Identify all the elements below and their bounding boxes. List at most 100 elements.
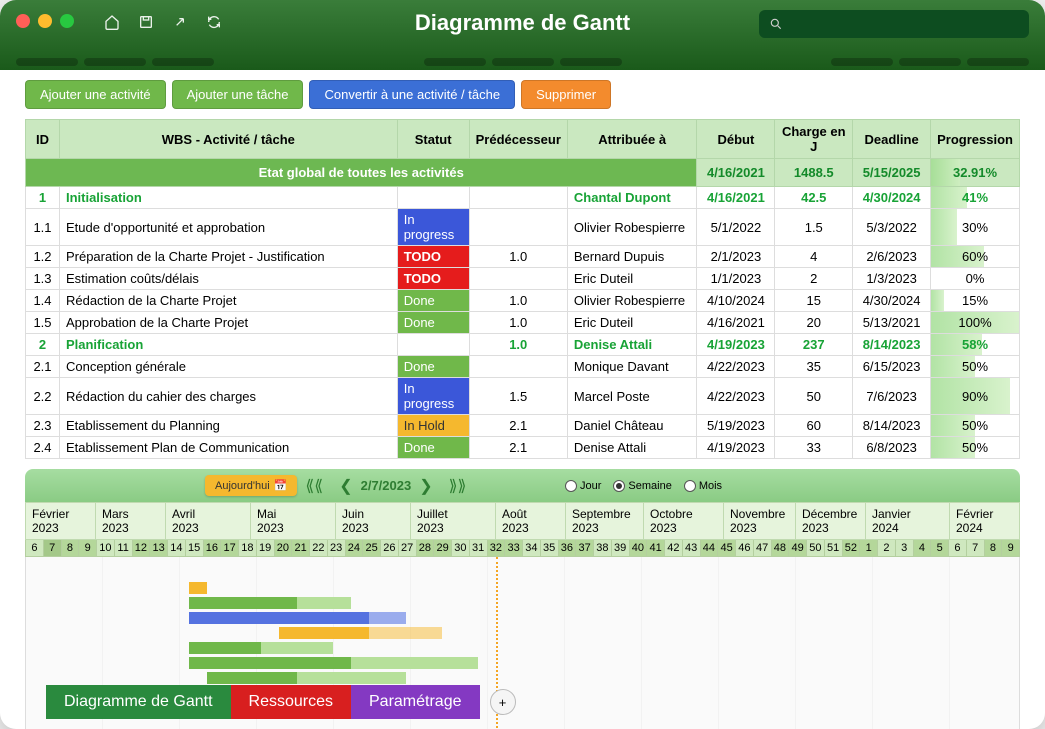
convert-button[interactable]: Convertir à une activité / tâche (309, 80, 515, 109)
save-icon[interactable] (138, 14, 154, 30)
cell-id: 1.2 (26, 246, 60, 268)
today-button[interactable]: Aujourd'hui 📅 (205, 475, 297, 496)
cell-name: Etablissement Plan de Communication (59, 437, 397, 459)
week-cell: 12 (133, 540, 151, 556)
gantt-bar[interactable] (297, 597, 351, 609)
tab-params[interactable]: Paramétrage (351, 685, 480, 719)
month-cell: Janvier2024 (866, 503, 950, 539)
summary-start: 4/16/2021 (697, 159, 775, 187)
refresh-icon[interactable] (206, 14, 222, 30)
table-row[interactable]: 1 Initialisation Chantal Dupont 4/16/202… (26, 187, 1020, 209)
week-cell: 46 (736, 540, 754, 556)
table-row[interactable]: 2.2 Rédaction du cahier des charges In p… (26, 378, 1020, 415)
summary-label: Etat global de toutes les activités (26, 159, 697, 187)
delete-button[interactable]: Supprimer (521, 80, 611, 109)
cell-name: Planification (59, 334, 397, 356)
cell-status: Done (397, 437, 469, 459)
share-icon[interactable] (172, 14, 188, 30)
week-cell: 9 (1002, 540, 1020, 556)
table-row[interactable]: 1.4 Rédaction de la Charte Projet Done 1… (26, 290, 1020, 312)
gantt-bar[interactable] (369, 612, 405, 624)
table-row[interactable]: 2.1 Conception générale Done Monique Dav… (26, 356, 1020, 378)
view-week[interactable]: Semaine (613, 480, 671, 492)
cell-deadline: 1/3/2023 (853, 268, 931, 290)
col-wbs: WBS - Activité / tâche (59, 120, 397, 159)
cell-id: 1.4 (26, 290, 60, 312)
week-cell: 33 (505, 540, 523, 556)
cell-name: Approbation de la Charte Projet (59, 312, 397, 334)
cell-id: 1.1 (26, 209, 60, 246)
deco-center (424, 58, 622, 66)
table-row[interactable]: 2.4 Etablissement Plan de Communication … (26, 437, 1020, 459)
cell-progress: 60% (931, 246, 1020, 268)
action-bar: Ajouter une activité Ajouter une tâche C… (0, 70, 1045, 119)
week-cell: 13 (150, 540, 168, 556)
current-date: 2/7/2023 (361, 478, 412, 493)
table-row[interactable]: 2 Planification 1.0 Denise Attali 4/19/2… (26, 334, 1020, 356)
cell-id: 1.3 (26, 268, 60, 290)
table-row[interactable]: 1.3 Estimation coûts/délais TODO Eric Du… (26, 268, 1020, 290)
month-cell: Avril2023 (166, 503, 251, 539)
week-cell: 18 (239, 540, 257, 556)
calendar-icon: 📅 (274, 479, 288, 492)
week-cell: 3 (896, 540, 914, 556)
tab-gantt[interactable]: Diagramme de Gantt (46, 685, 231, 719)
week-cell: 4 (914, 540, 932, 556)
gantt-bar[interactable] (279, 627, 369, 639)
summary-row: Etat global de toutes les activités 4/16… (26, 159, 1020, 187)
week-cell: 6 (26, 540, 44, 556)
gantt-bar[interactable] (297, 672, 405, 684)
nav-prev[interactable]: ❮ (339, 476, 352, 496)
gantt-bar[interactable] (189, 657, 352, 669)
week-cell: 20 (275, 540, 293, 556)
toolbar (104, 14, 222, 30)
gantt-bar[interactable] (189, 612, 370, 624)
nav-next-fast[interactable]: ⟫⟫ (449, 476, 467, 496)
cell-deadline: 8/14/2023 (853, 334, 931, 356)
gantt-bar[interactable] (189, 597, 297, 609)
view-month[interactable]: Mois (684, 480, 722, 492)
add-task-button[interactable]: Ajouter une tâche (172, 80, 304, 109)
nav-next[interactable]: ❯ (419, 476, 432, 496)
timeline-controls: Aujourd'hui 📅 ⟪⟪ ❮ 2/7/2023 ❯ ⟫⟫ Jour Se… (25, 469, 1020, 502)
close-icon[interactable] (16, 14, 30, 28)
gantt-bar[interactable] (261, 642, 333, 654)
cell-id: 2.2 (26, 378, 60, 415)
cell-status: TODO (397, 268, 469, 290)
week-cell: 31 (470, 540, 488, 556)
cell-status: Done (397, 290, 469, 312)
maximize-icon[interactable] (60, 14, 74, 28)
week-cell: 26 (381, 540, 399, 556)
add-activity-button[interactable]: Ajouter une activité (25, 80, 166, 109)
add-tab-button[interactable]: + (490, 689, 516, 715)
cell-status: In Hold (397, 415, 469, 437)
table-row[interactable]: 1.2 Préparation de la Charte Projet - Ju… (26, 246, 1020, 268)
week-cell: 44 (701, 540, 719, 556)
week-cell: 19 (257, 540, 275, 556)
table-row[interactable]: 2.3 Etablissement du Planning In Hold 2.… (26, 415, 1020, 437)
week-cell: 24 (346, 540, 364, 556)
home-icon[interactable] (104, 14, 120, 30)
week-cell: 41 (647, 540, 665, 556)
cell-status: TODO (397, 246, 469, 268)
table-row[interactable]: 1.5 Approbation de la Charte Projet Done… (26, 312, 1020, 334)
gantt-bar[interactable] (207, 672, 297, 684)
cell-charge: 1.5 (775, 209, 853, 246)
view-day[interactable]: Jour (565, 480, 601, 492)
cell-deadline: 4/30/2024 (853, 187, 931, 209)
gantt-bar[interactable] (189, 582, 207, 594)
gantt-bar[interactable] (369, 627, 441, 639)
gantt-bar[interactable] (189, 642, 261, 654)
search-input[interactable] (759, 10, 1029, 38)
nav-prev-fast[interactable]: ⟪⟪ (305, 476, 323, 496)
tab-resources[interactable]: Ressources (231, 685, 351, 719)
cell-progress: 90% (931, 378, 1020, 415)
week-cell: 38 (594, 540, 612, 556)
cell-name: Etablissement du Planning (59, 415, 397, 437)
cell-id: 2.4 (26, 437, 60, 459)
table-row[interactable]: 1.1 Etude d'opportunité et approbation I… (26, 209, 1020, 246)
cell-name: Conception générale (59, 356, 397, 378)
week-cell: 50 (807, 540, 825, 556)
cell-progress: 0% (931, 268, 1020, 290)
minimize-icon[interactable] (38, 14, 52, 28)
